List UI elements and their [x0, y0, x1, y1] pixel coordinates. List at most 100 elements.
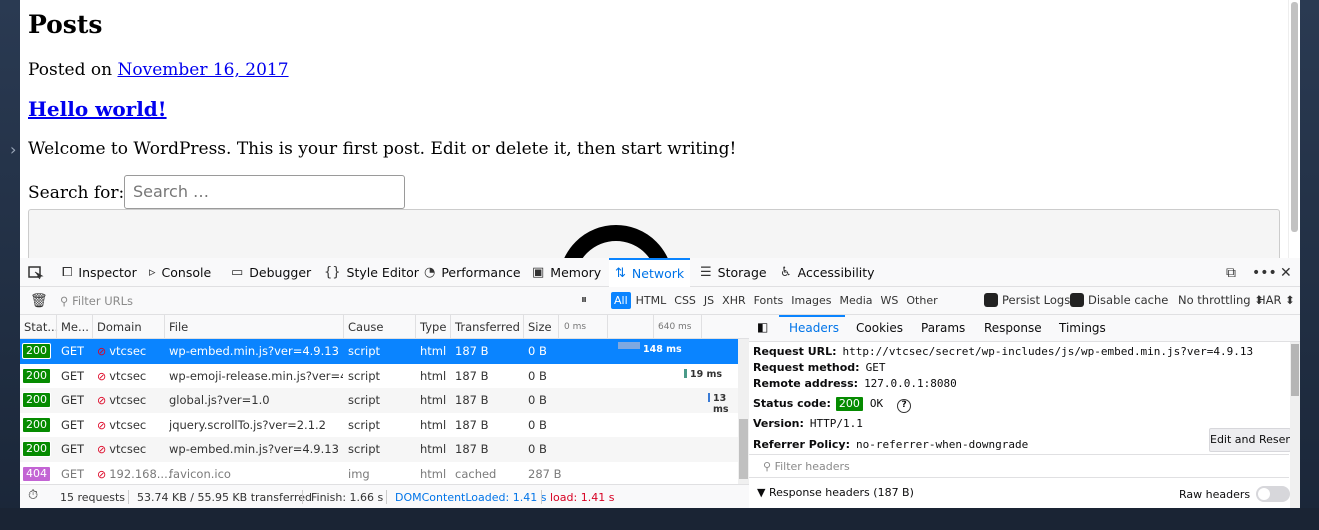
- waterfall-gridline: [653, 315, 654, 339]
- load-time: load: 1.41 s: [550, 491, 615, 504]
- tab-params[interactable]: Params: [921, 321, 965, 335]
- close-icon[interactable]: ✕: [1280, 258, 1292, 287]
- tab-timings[interactable]: Timings: [1059, 321, 1106, 335]
- stopwatch-icon[interactable]: ⏱: [28, 488, 38, 503]
- edit-and-resend-button[interactable]: Edit and Resend: [1209, 428, 1299, 452]
- page-scrollbar[interactable]: [1288, 0, 1300, 258]
- type-html[interactable]: HTML: [633, 292, 670, 309]
- disable-cache-checkbox[interactable]: Disable cache: [1070, 293, 1168, 307]
- col-domain[interactable]: Domain: [97, 320, 142, 334]
- network-status-bar: ⏱ 15 requests 53.74 KB / 55.95 KB transf…: [20, 484, 749, 508]
- size-cell: 0 B: [528, 368, 547, 383]
- details-scrollbar[interactable]: [1290, 342, 1300, 508]
- status-separator: [302, 490, 303, 504]
- tab-memory-label: Memory: [550, 265, 602, 280]
- transferred-cell: 187 B: [455, 393, 489, 407]
- collapse-panel-icon[interactable]: ◧: [757, 320, 768, 334]
- details-scrollbar-thumb[interactable]: [1291, 344, 1299, 396]
- col-cause[interactable]: Cause: [348, 320, 383, 334]
- transferred-summary: 53.74 KB / 55.95 KB transferred: [137, 491, 312, 504]
- table-row[interactable]: 200 GET ⊘ vtcsec jquery.scrollTo.js?ver=2…: [20, 413, 738, 438]
- tab-inspector[interactable]: ⧠ Inspector: [62, 258, 137, 287]
- persist-logs-checkbox[interactable]: Persist Logs: [984, 293, 1070, 307]
- table-row[interactable]: 200 GET ⊘ vtcsec wp-embed.min.js?ver=4.9.…: [20, 437, 738, 462]
- col-transferred[interactable]: Transferred: [455, 320, 520, 334]
- search-label: Search for:: [28, 183, 125, 203]
- type-fonts[interactable]: Fonts: [751, 292, 787, 309]
- table-row[interactable]: 200 GET ⊘ vtcsec wp-embed.min.js?ver=4.9.…: [20, 339, 738, 364]
- col-file[interactable]: File: [169, 320, 188, 334]
- type-filters: All HTML CSS JS XHR Fonts Images Media W…: [611, 292, 941, 309]
- disable-cache-box[interactable]: [1070, 293, 1084, 307]
- cause-cell: script: [348, 417, 381, 432]
- table-row[interactable]: 200 GET ⊘ vtcsec global.js?ver=1.0 script…: [20, 388, 738, 415]
- waterfall-bar: [708, 393, 710, 402]
- col-method[interactable]: Me...: [61, 320, 89, 334]
- status-separator: [386, 490, 387, 504]
- domain-cell: ⊘ vtcsec: [97, 393, 146, 407]
- version-label: Version:: [753, 417, 804, 430]
- finish-time: Finish: 1.66 s: [311, 491, 384, 504]
- page-scrollbar-thumb[interactable]: [1291, 2, 1298, 232]
- transferred-cell: cached: [455, 466, 497, 481]
- tab-debugger[interactable]: ▭ Debugger: [231, 258, 311, 287]
- tab-memory[interactable]: ▣ Memory: [532, 258, 601, 287]
- persist-logs-box[interactable]: [984, 293, 998, 307]
- tab-console[interactable]: ▹ Console: [149, 258, 211, 287]
- col-size[interactable]: Size: [528, 320, 552, 334]
- type-css[interactable]: CSS: [671, 292, 699, 309]
- raw-headers-toggle[interactable]: [1256, 486, 1291, 502]
- tab-style-editor[interactable]: {} Style Editor: [324, 258, 419, 287]
- type-media[interactable]: Media: [836, 292, 875, 309]
- waterfall-bar: [618, 342, 640, 349]
- waterfall-tick-640: 640 ms: [658, 322, 692, 332]
- referrer-policy-label: Referrer Policy:: [753, 438, 850, 451]
- trash-icon[interactable]: 🗑: [30, 293, 48, 309]
- col-status[interactable]: Stat...: [24, 320, 58, 334]
- domain-cell: ⊘ vtcsec: [97, 418, 146, 432]
- post-title-link[interactable]: Hello world!: [28, 97, 167, 121]
- type-images[interactable]: Images: [788, 292, 834, 309]
- posted-date-link[interactable]: November 16, 2017: [117, 60, 288, 80]
- type-xhr[interactable]: XHR: [719, 292, 748, 309]
- help-icon[interactable]: ?: [897, 399, 912, 413]
- har-menu[interactable]: HAR ⬍: [1257, 293, 1295, 307]
- type-ws[interactable]: WS: [878, 292, 902, 309]
- devtools-panel: ⧠ Inspector ▹ Console ▭ Debugger {} Style Ed…: [20, 258, 1300, 508]
- storage-icon: ☰: [700, 265, 712, 280]
- desktop-right-edge: [1300, 0, 1319, 530]
- tab-headers[interactable]: Headers: [789, 321, 839, 335]
- referrer-policy-line: Referrer Policy: no-referrer-when-downgra…: [753, 438, 1028, 451]
- tab-response[interactable]: Response: [984, 321, 1042, 335]
- transferred-cell: 187 B: [455, 368, 489, 383]
- method-cell: GET: [61, 393, 85, 407]
- domain-cell: ⊘ vtcsec: [97, 369, 146, 383]
- insecure-lock-icon: ⊘: [97, 467, 107, 481]
- filter-headers-input[interactable]: ⚲ Filter headers: [749, 454, 1289, 478]
- circle-graphic: [559, 225, 673, 258]
- throttling-select[interactable]: No throttling ⬍: [1178, 293, 1264, 307]
- filter-urls-input[interactable]: ⚲ Filter URLs: [60, 294, 133, 308]
- tab-network[interactable]: ⇅ Network: [609, 258, 691, 287]
- table-row[interactable]: 200 GET ⊘ vtcsec wp-emoji-release.min.js?…: [20, 364, 738, 389]
- pause-icon[interactable]: ⏸: [581, 292, 587, 307]
- table-row[interactable]: 404 GET ⊘ 192.168.... favicon.ico img htm…: [20, 462, 738, 487]
- col-separator: [415, 315, 416, 339]
- posted-prefix: Posted on: [28, 60, 118, 80]
- dock-side-icon[interactable]: ⧉: [1226, 258, 1236, 287]
- element-picker-button[interactable]: [28, 258, 44, 287]
- memory-icon: ▣: [532, 265, 545, 280]
- type-all[interactable]: All: [611, 292, 631, 309]
- table-scrollbar[interactable]: [738, 339, 749, 484]
- col-type[interactable]: Type: [420, 320, 446, 334]
- table-scrollbar-thumb[interactable]: [739, 419, 748, 479]
- tab-accessibility[interactable]: ♿ Accessibility: [780, 258, 875, 287]
- more-options-icon[interactable]: •••: [1252, 258, 1277, 287]
- response-headers-section[interactable]: ▼ Response headers (187 B): [757, 486, 914, 499]
- type-js[interactable]: JS: [701, 292, 717, 309]
- search-input[interactable]: Search …: [124, 175, 405, 209]
- tab-performance[interactable]: ◔ Performance: [424, 258, 521, 287]
- type-other[interactable]: Other: [903, 292, 940, 309]
- tab-cookies[interactable]: Cookies: [856, 321, 903, 335]
- tab-storage[interactable]: ☰ Storage: [700, 258, 767, 287]
